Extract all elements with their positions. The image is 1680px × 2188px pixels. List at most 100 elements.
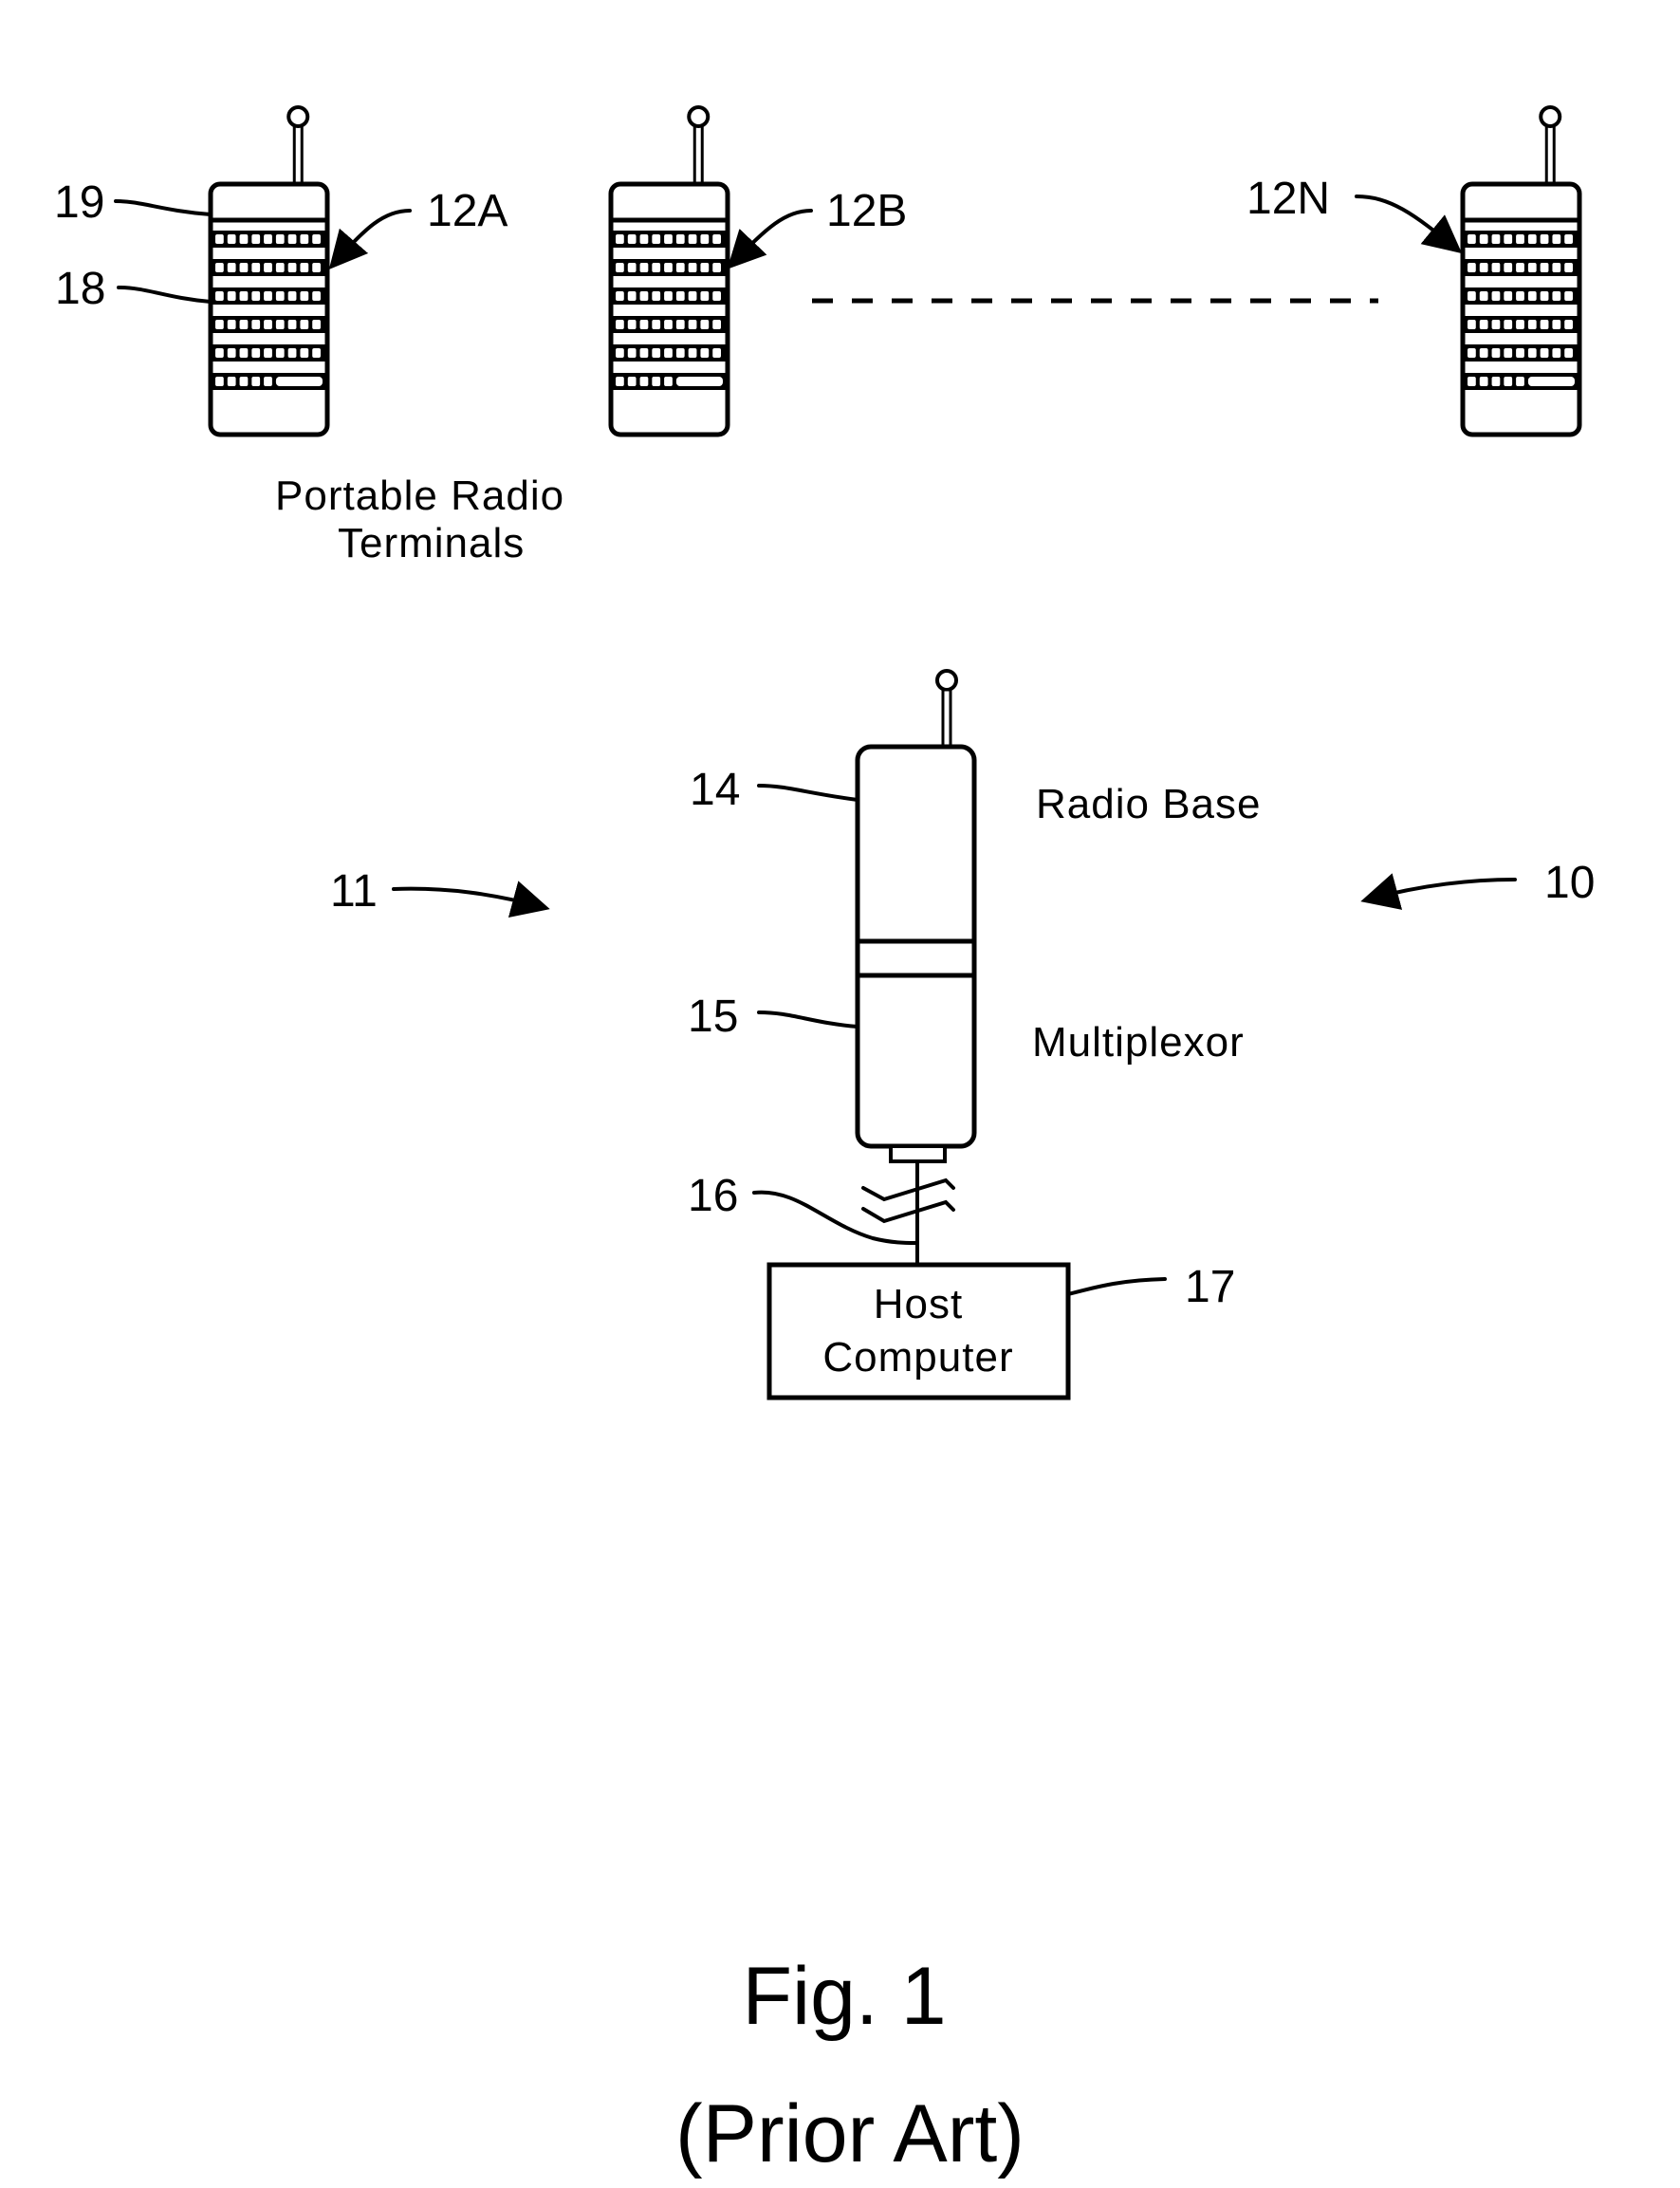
keypad-key <box>1479 291 1488 301</box>
keypad-key <box>639 234 649 244</box>
keypad-key <box>264 263 272 272</box>
ref-12a: 12A <box>427 186 508 236</box>
keypad-key <box>227 234 236 244</box>
keypad-key <box>664 291 673 301</box>
keypad-key <box>1552 234 1561 244</box>
keypad-key <box>300 348 309 358</box>
terminal-antenna-ball <box>687 105 711 128</box>
keypad-key <box>275 320 285 329</box>
keypad-key <box>215 263 224 272</box>
keypad-key <box>616 263 624 272</box>
keypad-key <box>652 348 661 358</box>
keypad-key <box>1564 320 1573 329</box>
keypad-key <box>215 320 224 329</box>
keypad-key <box>1504 377 1513 386</box>
keypad-key <box>1527 291 1537 301</box>
terminal-antenna-stem <box>292 123 304 186</box>
keypad-key <box>1552 263 1561 272</box>
keypad-key <box>712 234 721 244</box>
keypad-key <box>1468 291 1476 301</box>
keypad-key <box>712 348 721 358</box>
host-label-line2: Computer <box>822 1334 1013 1381</box>
keypad-key <box>639 263 649 272</box>
keypad-key <box>627 377 637 386</box>
keypad-key <box>700 291 710 301</box>
keypad-key <box>627 263 637 272</box>
keypad-key <box>312 234 321 244</box>
keypad-key <box>1516 263 1524 272</box>
keypad-key <box>1564 234 1573 244</box>
keypad-key <box>664 234 673 244</box>
keypad-key <box>627 291 637 301</box>
keypad-key <box>639 291 649 301</box>
multiplexor-label: Multiplexor <box>1032 1019 1245 1066</box>
keypad-key <box>1540 234 1549 244</box>
terminal-antenna-ball <box>286 105 310 128</box>
keypad-key <box>627 348 637 358</box>
base-connector <box>889 1144 947 1163</box>
portable-radio-terminals <box>208 105 1582 437</box>
keypad-key <box>1504 234 1513 244</box>
keypad-key <box>675 291 685 301</box>
arrow-12n <box>1355 195 1463 254</box>
keypad-key <box>1504 320 1513 329</box>
keypad-key <box>1504 291 1513 301</box>
keypad-key <box>1491 234 1501 244</box>
keypad-key <box>664 348 673 358</box>
keypad-key <box>700 263 710 272</box>
ref-12b: 12B <box>826 186 907 236</box>
keypad-key <box>700 234 710 244</box>
patent-figure: 19 18 12A 12B 12N Portable Radio Termina… <box>54 105 1595 2179</box>
ref-17-host: 17 <box>1185 1262 1235 1312</box>
keypad-key <box>275 291 285 301</box>
keypad-key <box>300 291 309 301</box>
leader-15 <box>757 1011 859 1029</box>
keypad-key <box>639 320 649 329</box>
keypad-key <box>1479 263 1488 272</box>
keypad-key <box>652 377 661 386</box>
keypad-key <box>227 320 236 329</box>
keypad-key <box>1564 348 1573 358</box>
keypad-key <box>664 377 673 386</box>
keypad-key <box>688 291 697 301</box>
keypad-key <box>215 234 224 244</box>
keypad-key <box>239 320 249 329</box>
keypad-key <box>300 263 309 272</box>
keypad-key <box>1468 320 1476 329</box>
keypad-key <box>251 263 261 272</box>
keypad-key <box>239 291 249 301</box>
terminals-caption-line2: Terminals <box>338 520 525 566</box>
portable-terminal-12b <box>608 105 730 437</box>
ref-14-radio-base: 14 <box>690 765 740 815</box>
keypad-key <box>675 263 685 272</box>
keypad-key <box>251 377 261 386</box>
leader-17 <box>1066 1277 1167 1296</box>
keypad-key <box>215 348 224 358</box>
keypad-key <box>616 320 624 329</box>
keypad-key <box>1527 348 1537 358</box>
ref-10-system: 10 <box>1544 858 1595 908</box>
keypad-key <box>287 320 297 329</box>
keypad-key <box>251 234 261 244</box>
keypad-key <box>627 234 637 244</box>
arrow-12a <box>328 209 412 270</box>
keypad-key <box>616 291 624 301</box>
figure-title: Fig. 1 <box>742 1951 946 2042</box>
keypad-key <box>264 377 272 386</box>
keypad-key <box>239 377 249 386</box>
keypad-key <box>227 291 236 301</box>
figure-subtitle: (Prior Art) <box>675 2088 1025 2179</box>
keypad-key <box>1491 320 1501 329</box>
keypad-key <box>1491 291 1501 301</box>
keypad-key <box>652 291 661 301</box>
arrow-10 <box>1360 873 1517 910</box>
keypad-key <box>652 320 661 329</box>
ref-16-cable: 16 <box>688 1171 738 1221</box>
arrow-12b <box>727 209 813 269</box>
keypad-key <box>639 377 649 386</box>
keypad-key <box>251 320 261 329</box>
keypad-key <box>239 234 249 244</box>
keypad-key <box>1540 348 1549 358</box>
leader-18 <box>117 286 212 304</box>
keypad-key <box>1527 320 1537 329</box>
